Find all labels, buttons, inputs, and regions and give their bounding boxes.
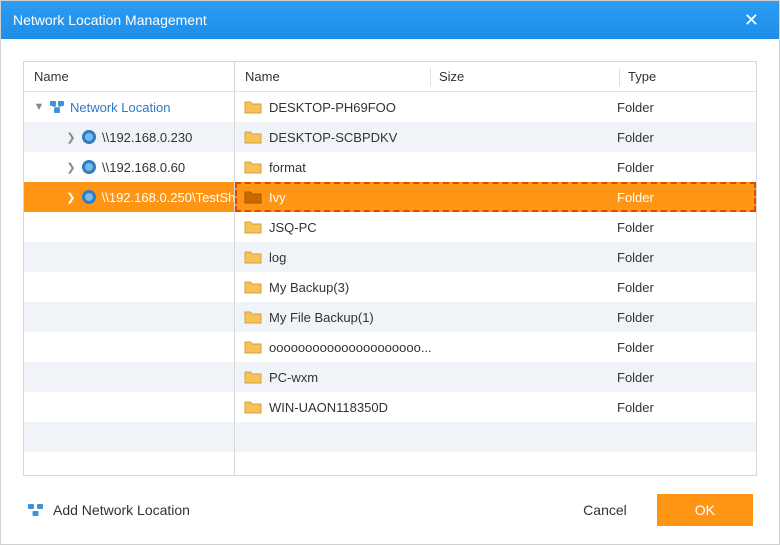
folder-icon bbox=[243, 307, 263, 327]
file-empty-row bbox=[235, 422, 756, 452]
tree-rows: ▼ Network Location ❯ \\192.168.0.230 ❯ bbox=[24, 92, 234, 452]
tree-empty-row bbox=[24, 242, 234, 272]
folder-icon bbox=[243, 337, 263, 357]
tree-item[interactable]: ❯ \\192.168.0.230 bbox=[24, 122, 234, 152]
content-area: Name ▼ Network Location ❯ \\192.168.0.23… bbox=[1, 39, 779, 476]
tree-empty-row bbox=[24, 332, 234, 362]
file-name: My File Backup(1) bbox=[269, 310, 437, 325]
file-type: Folder bbox=[617, 280, 756, 295]
folder-icon bbox=[243, 217, 263, 237]
chevron-right-icon[interactable]: ❯ bbox=[62, 158, 80, 176]
file-type: Folder bbox=[617, 370, 756, 385]
file-type: Folder bbox=[617, 190, 756, 205]
globe-icon bbox=[80, 188, 98, 206]
window-title: Network Location Management bbox=[13, 12, 207, 28]
column-divider[interactable] bbox=[430, 68, 431, 86]
tree-root[interactable]: ▼ Network Location bbox=[24, 92, 234, 122]
file-row[interactable]: DESKTOP-PH69FOO Folder bbox=[235, 92, 756, 122]
file-name: WIN-UAON118350D bbox=[269, 400, 437, 415]
network-add-icon bbox=[27, 503, 45, 517]
column-divider[interactable] bbox=[619, 68, 620, 86]
file-row-selected[interactable]: Ivy Folder bbox=[235, 182, 756, 212]
tree-item-label: \\192.168.0.250\TestSh bbox=[102, 190, 234, 205]
dialog-window: Network Location Management ✕ Name ▼ Net… bbox=[0, 0, 780, 545]
file-type: Folder bbox=[617, 250, 756, 265]
file-header-type[interactable]: Type bbox=[628, 69, 756, 84]
file-name: My Backup(3) bbox=[269, 280, 437, 295]
tree-empty-row bbox=[24, 272, 234, 302]
tree-empty-row bbox=[24, 302, 234, 332]
file-type: Folder bbox=[617, 340, 756, 355]
tree-header: Name bbox=[24, 62, 234, 92]
globe-icon bbox=[80, 158, 98, 176]
file-header-size[interactable]: Size bbox=[439, 69, 619, 84]
file-row[interactable]: ooooooooooooooooooooo... Folder bbox=[235, 332, 756, 362]
folder-icon bbox=[243, 127, 263, 147]
tree-empty-row bbox=[24, 362, 234, 392]
tree-header-name: Name bbox=[34, 69, 69, 84]
file-name: Ivy bbox=[269, 190, 437, 205]
file-pane: Name Size Type DESKTOP-PH69FOOFolderDESK… bbox=[235, 61, 757, 476]
chevron-down-icon[interactable]: ▼ bbox=[30, 98, 48, 116]
file-header: Name Size Type bbox=[235, 62, 756, 92]
file-row[interactable]: format Folder bbox=[235, 152, 756, 182]
file-row[interactable]: My File Backup(1) Folder bbox=[235, 302, 756, 332]
file-type: Folder bbox=[617, 310, 756, 325]
file-row[interactable]: JSQ-PC Folder bbox=[235, 212, 756, 242]
tree-root-label: Network Location bbox=[70, 100, 170, 115]
tree-item-selected[interactable]: ❯ \\192.168.0.250\TestSh bbox=[24, 182, 234, 212]
tree-empty-row bbox=[24, 422, 234, 452]
file-type: Folder bbox=[617, 220, 756, 235]
file-row[interactable]: PC-wxm Folder bbox=[235, 362, 756, 392]
tree-pane: Name ▼ Network Location ❯ \\192.168.0.23… bbox=[23, 61, 235, 476]
file-name: log bbox=[269, 250, 437, 265]
tree-item-label: \\192.168.0.60 bbox=[102, 160, 185, 175]
folder-icon bbox=[243, 367, 263, 387]
footer: Add Network Location Cancel OK bbox=[1, 476, 779, 544]
file-name: format bbox=[269, 160, 437, 175]
add-network-location-label: Add Network Location bbox=[53, 502, 190, 518]
folder-icon bbox=[243, 187, 263, 207]
chevron-right-icon[interactable]: ❯ bbox=[62, 188, 80, 206]
close-icon[interactable]: ✕ bbox=[736, 6, 767, 35]
file-name: JSQ-PC bbox=[269, 220, 437, 235]
ok-button[interactable]: OK bbox=[657, 494, 753, 526]
tree-item-label: \\192.168.0.230 bbox=[102, 130, 192, 145]
file-name: DESKTOP-SCBPDKV bbox=[269, 130, 437, 145]
folder-icon bbox=[243, 397, 263, 417]
file-row[interactable]: WIN-UAON118350D Folder bbox=[235, 392, 756, 422]
cancel-button[interactable]: Cancel bbox=[565, 494, 645, 526]
file-type: Folder bbox=[617, 100, 756, 115]
file-row[interactable]: My Backup(3) Folder bbox=[235, 272, 756, 302]
file-type: Folder bbox=[617, 400, 756, 415]
tree-empty-row bbox=[24, 212, 234, 242]
file-type: Folder bbox=[617, 130, 756, 145]
file-type: Folder bbox=[617, 160, 756, 175]
add-network-location-button[interactable]: Add Network Location bbox=[27, 502, 190, 518]
file-name: DESKTOP-PH69FOO bbox=[269, 100, 437, 115]
folder-icon bbox=[243, 97, 263, 117]
file-header-name[interactable]: Name bbox=[235, 69, 430, 84]
chevron-right-icon[interactable]: ❯ bbox=[62, 128, 80, 146]
title-bar: Network Location Management ✕ bbox=[1, 1, 779, 39]
folder-icon bbox=[243, 277, 263, 297]
folder-icon bbox=[243, 157, 263, 177]
file-row[interactable]: log Folder bbox=[235, 242, 756, 272]
tree-empty-row bbox=[24, 392, 234, 422]
file-row[interactable]: DESKTOP-SCBPDKV Folder bbox=[235, 122, 756, 152]
file-name: ooooooooooooooooooooo... bbox=[269, 340, 437, 355]
file-rows: DESKTOP-PH69FOO Folder DESKTOP-SCBPDKV Fold… bbox=[235, 92, 756, 452]
file-name: PC-wxm bbox=[269, 370, 437, 385]
globe-icon bbox=[80, 128, 98, 146]
folder-icon bbox=[243, 247, 263, 267]
tree-item[interactable]: ❯ \\192.168.0.60 bbox=[24, 152, 234, 182]
network-icon bbox=[48, 98, 66, 116]
